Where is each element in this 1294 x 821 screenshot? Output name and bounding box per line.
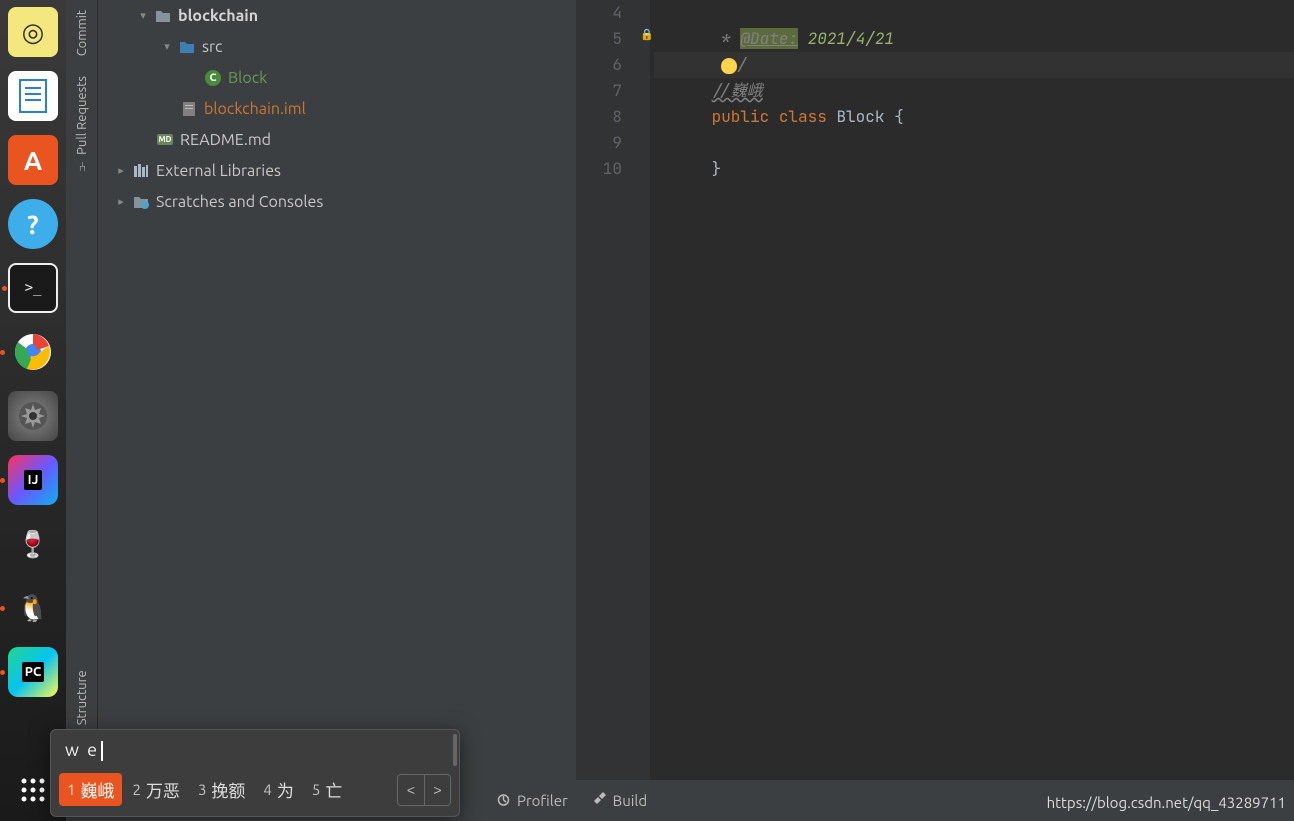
git-merge-icon: ⑂	[75, 159, 89, 172]
terminal-icon[interactable]: >_	[8, 263, 58, 313]
ide-left-tabs: Commit ⑂ Pull Requests ⧉ Structure Favor…	[66, 0, 98, 821]
markdown-file-icon: MD	[154, 131, 176, 149]
tab-pull-requests[interactable]: ⑂ Pull Requests	[72, 66, 92, 182]
line-number: 9	[576, 130, 622, 156]
software-center-icon[interactable]: A	[8, 135, 58, 185]
tree-label: External Libraries	[156, 162, 281, 180]
tree-folder-blockchain[interactable]: ▾ blockchain	[98, 0, 576, 31]
code-editor[interactable]: 4 5 6 7 8 9 10 🔒 * @Date: 2021/4/21 / //…	[576, 0, 1294, 780]
app-grid-icon[interactable]	[19, 776, 47, 809]
ime-candidate-4[interactable]: 4为	[255, 773, 301, 806]
line-number: 4	[576, 0, 622, 26]
line-number: 7	[576, 78, 622, 104]
scratches-icon	[130, 193, 152, 211]
code-line	[654, 156, 1294, 182]
settings-icon[interactable]	[8, 391, 58, 441]
line-number: 10	[576, 156, 622, 182]
ime-cursor	[101, 741, 103, 761]
tree-label: Scratches and Consoles	[156, 193, 323, 211]
build-button[interactable]: Build	[580, 786, 659, 816]
chevron-down-icon: ▾	[134, 9, 152, 22]
tree-external-libraries[interactable]: ▸ External Libraries	[98, 155, 576, 186]
tree-file-readme[interactable]: MD README.md	[98, 124, 576, 155]
ime-popup: w e 1巍峨 2万恶 3挽额 4为 5亡 < >	[50, 729, 460, 817]
profiler-label: Profiler	[517, 792, 568, 809]
source-folder-icon	[176, 38, 198, 56]
qq-icon[interactable]: 🐧	[8, 583, 58, 633]
build-label: Build	[613, 792, 647, 809]
chrome-icon[interactable]	[8, 327, 58, 377]
line-number: 5	[576, 26, 622, 52]
code-line-current: //巍峨	[654, 52, 1294, 78]
line-number: 8	[576, 104, 622, 130]
ime-next-button[interactable]: >	[424, 775, 450, 805]
tree-file-block[interactable]: C Block	[98, 62, 576, 93]
line-number: 6	[576, 52, 622, 78]
hammer-icon	[592, 792, 607, 810]
code-line: }	[654, 130, 1294, 156]
os-dock: ◎ A ? >_ IJ 🍷 🐧 PC	[0, 0, 66, 821]
ime-input[interactable]: w e	[51, 730, 459, 767]
ime-nav: < >	[397, 774, 451, 806]
gutter-annotations: 🔒	[640, 0, 650, 780]
ime-scrollbar[interactable]	[453, 734, 457, 766]
chevron-down-icon: ▾	[158, 40, 176, 53]
tree-label: Block	[228, 69, 267, 87]
intellij-icon[interactable]: IJ	[8, 455, 58, 505]
ime-candidate-1[interactable]: 1巍峨	[59, 773, 122, 806]
tree-scratches[interactable]: ▸ Scratches and Consoles	[98, 186, 576, 217]
tree-label: blockchain.iml	[204, 100, 306, 118]
audio-app-icon[interactable]: ◎	[8, 7, 58, 57]
document-app-icon[interactable]	[8, 71, 58, 121]
folder-icon	[152, 7, 174, 25]
ime-candidate-3[interactable]: 3挽额	[190, 773, 253, 806]
lightbulb-icon[interactable]	[721, 58, 737, 74]
tree-label: README.md	[180, 131, 271, 149]
ime-candidates: 1巍峨 2万恶 3挽额 4为 5亡 < >	[51, 767, 459, 816]
code-line: * @Date: 2021/4/21	[654, 0, 1294, 26]
ime-prev-button[interactable]: <	[398, 775, 424, 805]
library-icon	[130, 162, 152, 180]
iml-file-icon	[178, 100, 200, 118]
profiler-button[interactable]: Profiler	[484, 786, 580, 816]
ime-candidate-5[interactable]: 5亡	[304, 773, 350, 806]
tree-label: src	[202, 38, 222, 56]
wine-icon[interactable]: 🍷	[8, 519, 58, 569]
editor-gutter: 4 5 6 7 8 9 10	[576, 0, 640, 780]
tab-commit[interactable]: Commit	[72, 0, 92, 66]
tree-file-iml[interactable]: blockchain.iml	[98, 93, 576, 124]
help-icon[interactable]: ?	[8, 199, 58, 249]
code-area[interactable]: * @Date: 2021/4/21 / //巍峨 public class B…	[650, 0, 1294, 780]
ime-candidate-2[interactable]: 2万恶	[124, 773, 187, 806]
watermark-text: https://blog.csdn.net/qq_43289711	[1047, 794, 1286, 811]
chevron-right-icon: ▸	[112, 164, 130, 177]
java-class-icon: C	[202, 69, 224, 87]
project-tree[interactable]: ▾ blockchain ▾ src C Block blockchain.im…	[98, 0, 576, 780]
tree-label: blockchain	[178, 7, 258, 25]
profiler-icon	[496, 792, 511, 810]
pycharm-icon[interactable]: PC	[8, 647, 58, 697]
chevron-right-icon: ▸	[112, 195, 130, 208]
tree-folder-src[interactable]: ▾ src	[98, 31, 576, 62]
